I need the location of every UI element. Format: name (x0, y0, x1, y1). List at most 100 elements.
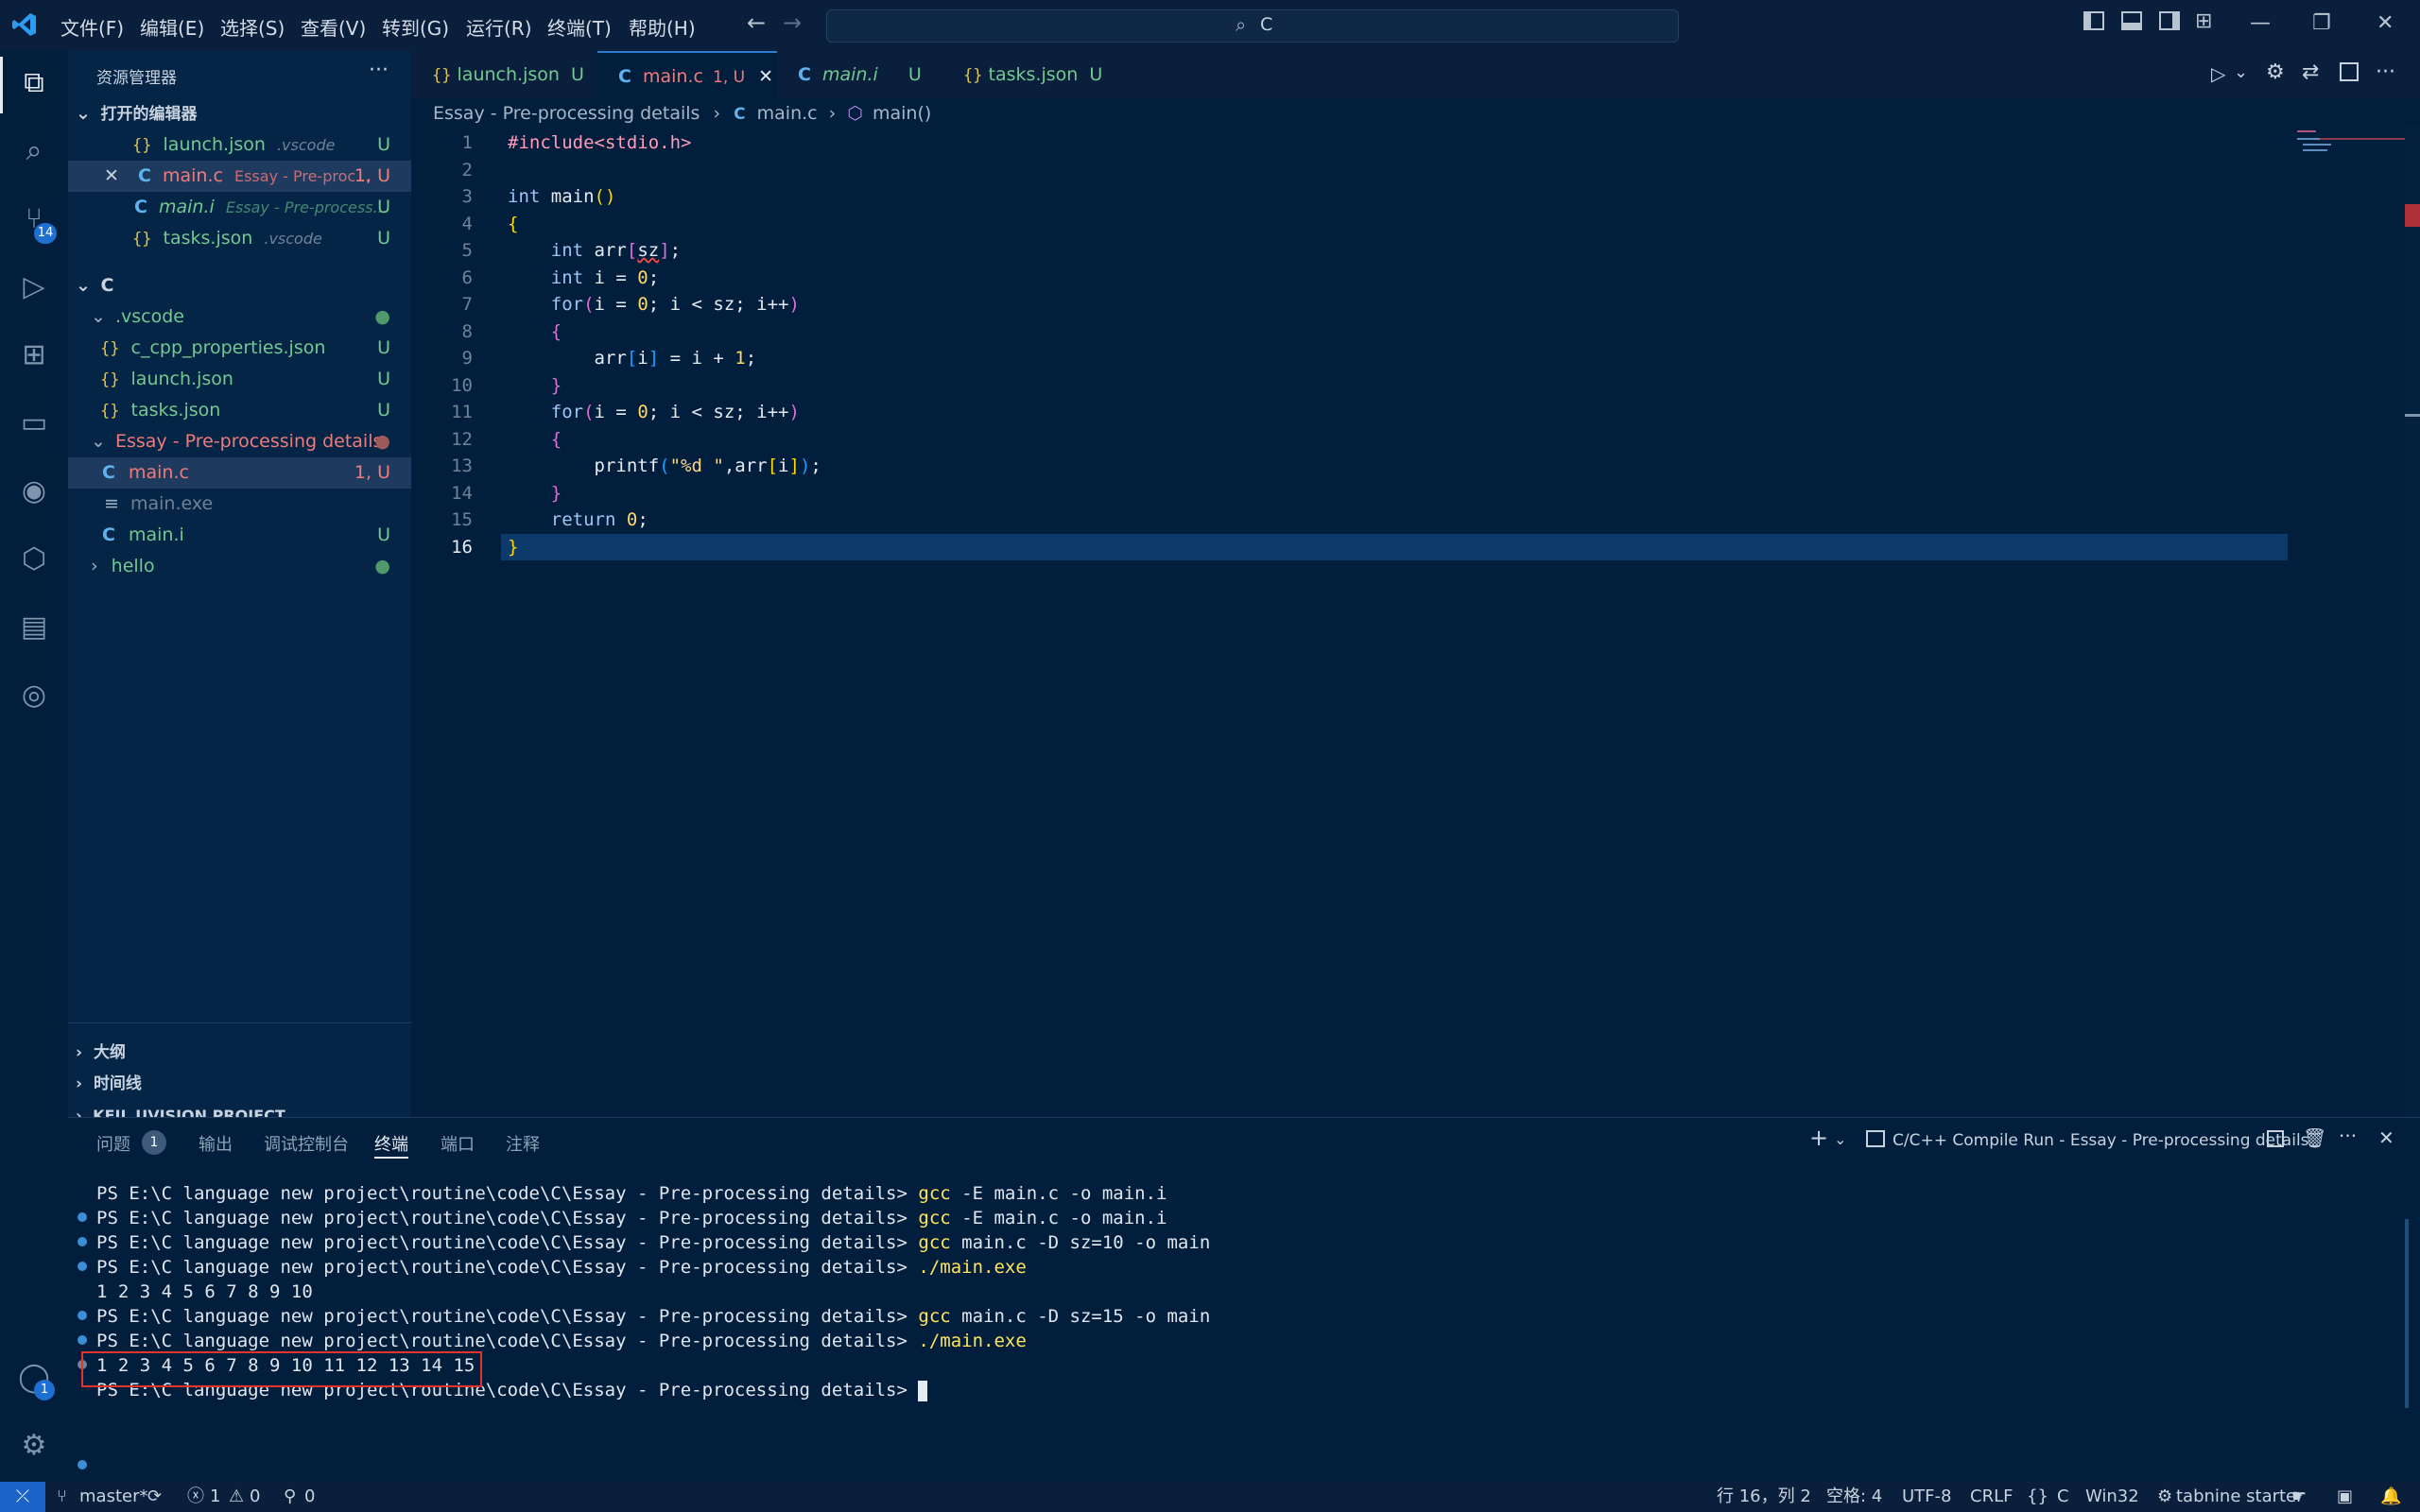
terminal-name[interactable]: C/C++ Compile Run - Essay - Pre-processi… (1893, 1131, 2309, 1150)
minimap[interactable] (2291, 127, 2405, 164)
command-decoration-icon[interactable] (78, 1460, 87, 1469)
configuration[interactable]: Win32 (2085, 1482, 2139, 1512)
tree-file-launch-json[interactable]: {} launch.json U (68, 364, 411, 395)
encoding[interactable]: UTF-8 (1902, 1482, 1951, 1512)
cmake-icon[interactable]: ⬡ (15, 541, 53, 578)
breadcrumb-file[interactable]: main.c (757, 103, 818, 124)
chevron-down-icon[interactable]: ⌄ (2234, 62, 2248, 82)
command-decoration-icon[interactable] (78, 1262, 87, 1271)
menu-run[interactable]: 运行(R) (466, 13, 532, 41)
run-code-icon[interactable]: ▷ (2211, 62, 2225, 85)
tree-file-tasks-json[interactable]: {} tasks.json U (68, 395, 411, 426)
timeline-header[interactable]: › 时间线 (68, 1069, 411, 1100)
gitlens-icon[interactable]: ◎ (15, 677, 53, 714)
menu-file[interactable]: 文件(F) (60, 13, 124, 41)
docker-icon[interactable]: ▤ (15, 609, 53, 646)
error-count[interactable]: 1 (210, 1482, 220, 1512)
warning-count[interactable]: 0 (250, 1482, 260, 1512)
tree-folder-essay[interactable]: ⌄ Essay - Pre-processing details ● (68, 426, 411, 457)
menu-help[interactable]: 帮助(H) (629, 13, 696, 41)
new-terminal-icon[interactable]: + (1809, 1125, 1828, 1151)
search-view-icon[interactable]: ⌕ (15, 132, 53, 170)
tab-launch-json[interactable]: {} launch.json U (411, 51, 597, 98)
explorer-icon[interactable]: ⧉ (15, 64, 53, 102)
tree-file-main-i[interactable]: C main.i U (68, 520, 411, 551)
panel-tab-terminal[interactable]: 终端 (374, 1131, 408, 1156)
command-decoration-icon[interactable] (78, 1212, 87, 1222)
tab-main-c[interactable]: C main.c 1, U ✕ (597, 51, 777, 98)
restore-icon[interactable]: ❐ (2312, 11, 2331, 35)
open-editors-header[interactable]: ⌄ 打开的编辑器 (68, 98, 411, 129)
customize-layout-icon[interactable]: ⊞ (2195, 9, 2212, 33)
language-mode[interactable]: C (2057, 1482, 2069, 1512)
menu-view[interactable]: 查看(V) (301, 13, 366, 41)
remote-indicator-icon[interactable]: ⤫ (0, 1482, 45, 1512)
settings-gear-icon[interactable]: ⚙ (2266, 60, 2285, 84)
tree-file-main-c[interactable]: C main.c 1, U (68, 457, 411, 489)
panel-tab-debug-console[interactable]: 调试控制台 (264, 1131, 349, 1156)
command-decoration-icon[interactable] (78, 1311, 87, 1320)
command-center[interactable]: ⌕ C (826, 9, 1679, 43)
menu-terminal[interactable]: 终端(T) (547, 13, 612, 41)
back-arrow-icon[interactable]: ← (747, 9, 766, 36)
open-editor-main-i[interactable]: C main.i Essay - Pre-process... U (68, 192, 411, 223)
menu-selection[interactable]: 选择(S) (220, 13, 285, 41)
chevron-down-icon[interactable]: ⌄ (1834, 1130, 1846, 1148)
tab-tasks-json[interactable]: {} tasks.json U (942, 51, 1113, 98)
toggle-panel-icon[interactable] (2121, 11, 2142, 30)
terminal-scrollbar[interactable] (2405, 1219, 2409, 1408)
feedback-icon[interactable]: ▣ (2337, 1482, 2353, 1512)
remote-explorer-icon[interactable]: ▭ (15, 404, 53, 442)
open-editor-launch-json[interactable]: {} launch.json .vscode U (68, 129, 411, 161)
minimize-icon[interactable]: — (2250, 11, 2271, 35)
copilot-icon[interactable]: ◉ (15, 472, 53, 510)
forward-arrow-icon[interactable]: → (783, 9, 802, 36)
open-editor-main-c[interactable]: ✕ C main.c Essay - Pre-proc... 1, U (68, 161, 411, 192)
tabnine-status[interactable]: tabnine starter (2176, 1482, 2304, 1512)
manage-gear-icon[interactable]: ⚙ (15, 1427, 53, 1465)
toggle-secondary-sidebar-icon[interactable] (2159, 11, 2180, 30)
git-branch[interactable]: master* (79, 1482, 147, 1512)
close-window-icon[interactable]: ✕ (2377, 11, 2394, 35)
tab-main-i[interactable]: C main.i U (777, 51, 942, 98)
code-line: int arr[sz]; (550, 240, 682, 261)
folder-header[interactable]: ⌄ C (68, 270, 411, 301)
panel-tab-ports[interactable]: 端口 (441, 1131, 475, 1156)
close-editor-icon[interactable]: ✕ (104, 165, 119, 186)
breadcrumb-symbol[interactable]: main() (873, 103, 931, 124)
close-panel-icon[interactable]: ✕ (2378, 1126, 2394, 1149)
more-actions-icon[interactable]: ··· (369, 59, 389, 82)
panel-tab-problems[interactable]: 问题 (96, 1131, 130, 1156)
ports-count[interactable]: 0 (304, 1482, 315, 1512)
tree-file-main-exe[interactable]: ≡ main.exe (68, 489, 411, 520)
sync-icon[interactable]: ⟳ (147, 1482, 162, 1512)
toggle-primary-sidebar-icon[interactable] (2083, 11, 2104, 30)
cursor-position[interactable]: 行 16，列 2 (1717, 1482, 1811, 1512)
open-editor-tasks-json[interactable]: {} tasks.json .vscode U (68, 223, 411, 254)
tree-folder-vscode[interactable]: ⌄ .vscode ● (68, 301, 411, 333)
notifications-bell-icon[interactable]: 🔔 (2380, 1482, 2401, 1512)
outline-header[interactable]: › 大纲 (68, 1038, 411, 1069)
tree-folder-hello[interactable]: › hello ● (68, 551, 411, 582)
panel-tab-comments[interactable]: 注释 (506, 1131, 540, 1156)
breadcrumb-folder[interactable]: Essay - Pre-processing details (433, 103, 700, 124)
trash-icon[interactable]: 🗑 (2303, 1126, 2326, 1149)
menu-edit[interactable]: 编辑(E) (140, 13, 204, 41)
command-decoration-icon[interactable] (78, 1335, 87, 1345)
editor-scrollbar[interactable] (2405, 127, 2420, 1117)
indentation[interactable]: 空格: 4 (1826, 1482, 1882, 1512)
more-actions-icon[interactable]: ··· (2339, 1125, 2357, 1147)
close-tab-icon[interactable]: ✕ (758, 66, 773, 87)
more-actions-icon[interactable]: ··· (2376, 60, 2395, 84)
menu-go[interactable]: 转到(G) (382, 13, 449, 41)
command-decoration-icon[interactable] (78, 1237, 87, 1246)
split-editor-icon[interactable] (2340, 62, 2359, 81)
run-debug-icon[interactable]: ▷ (15, 268, 53, 306)
c-file-icon: C (137, 165, 151, 186)
split-terminal-icon[interactable] (2267, 1130, 2284, 1147)
extensions-icon[interactable]: ⊞ (15, 336, 53, 374)
tree-file-c-cpp-properties[interactable]: {} c_cpp_properties.json U (68, 333, 411, 364)
panel-tab-output[interactable]: 输出 (199, 1131, 233, 1156)
compare-changes-icon[interactable]: ⇄ (2302, 60, 2319, 84)
line-ending[interactable]: CRLF (1970, 1482, 2013, 1512)
